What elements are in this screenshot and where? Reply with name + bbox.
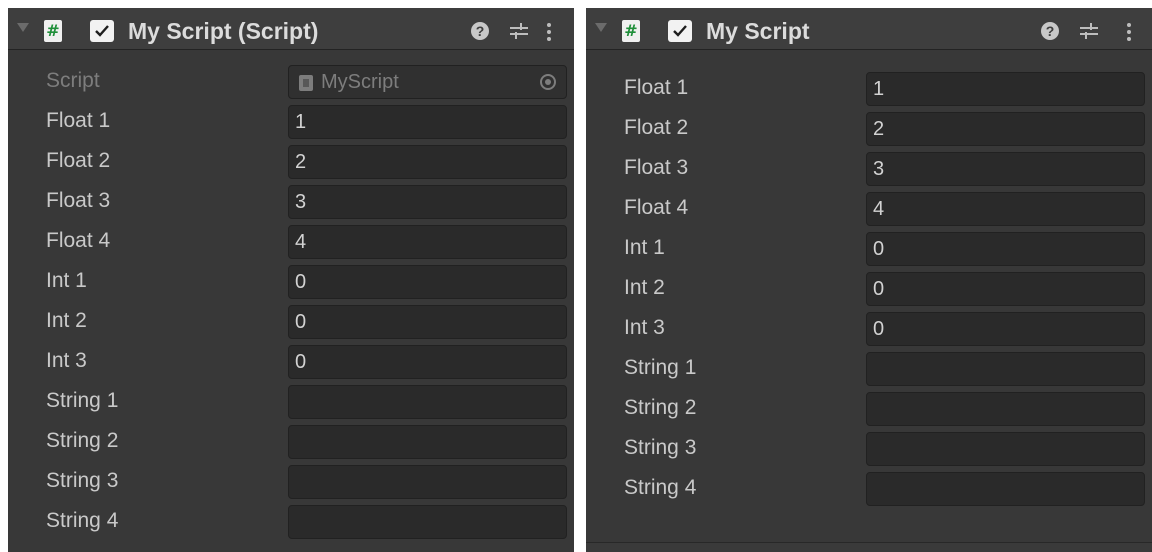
field-input[interactable]: 4 bbox=[288, 225, 567, 259]
field-label: Int 1 bbox=[46, 269, 87, 292]
field-row-int-3: Int 3 0 bbox=[8, 341, 574, 381]
field-row-string-4: String 4 bbox=[586, 468, 1152, 508]
field-input[interactable] bbox=[866, 472, 1145, 506]
script-icon-glyph: # bbox=[46, 21, 60, 40]
field-row-string-2: String 2 bbox=[586, 388, 1152, 428]
field-row-float-3: Float 3 3 bbox=[586, 148, 1152, 188]
preset-icon[interactable] bbox=[508, 22, 530, 40]
field-input[interactable] bbox=[288, 385, 567, 419]
checkmark-icon bbox=[95, 25, 109, 37]
inspector-component-panel-right: # My Script ? Float 1 1 Float 2 2 Float … bbox=[586, 8, 1152, 552]
field-input[interactable] bbox=[866, 432, 1145, 466]
script-file-icon: # bbox=[622, 20, 640, 42]
field-input[interactable]: 0 bbox=[866, 272, 1145, 306]
panel-bottom-divider bbox=[586, 542, 1152, 552]
field-input[interactable] bbox=[288, 465, 567, 499]
field-row-string-1: String 1 bbox=[586, 348, 1152, 388]
field-label: String 1 bbox=[624, 356, 697, 379]
field-input[interactable]: 0 bbox=[288, 265, 567, 299]
field-row-float-3: Float 3 3 bbox=[8, 181, 574, 221]
object-picker-icon[interactable] bbox=[540, 74, 556, 90]
field-label: Float 2 bbox=[624, 116, 689, 139]
component-title: My Script (Script) bbox=[128, 18, 319, 44]
field-label: String 2 bbox=[46, 429, 119, 452]
field-row-float-1: Float 1 1 bbox=[586, 68, 1152, 108]
field-input[interactable]: 2 bbox=[866, 112, 1145, 146]
script-label: Script bbox=[46, 69, 100, 92]
field-row-float-2: Float 2 2 bbox=[586, 108, 1152, 148]
field-label: String 4 bbox=[46, 509, 119, 532]
field-row-string-3: String 3 bbox=[586, 428, 1152, 468]
help-icon[interactable]: ? bbox=[471, 22, 489, 40]
field-label: String 3 bbox=[46, 469, 119, 492]
script-reference-row: Script MyScript bbox=[8, 61, 574, 101]
field-input[interactable] bbox=[866, 352, 1145, 386]
field-row-int-1: Int 1 0 bbox=[586, 228, 1152, 268]
field-label: String 3 bbox=[624, 436, 697, 459]
script-object-field[interactable]: MyScript bbox=[288, 65, 567, 99]
field-label: Float 2 bbox=[46, 149, 111, 172]
field-input[interactable]: 1 bbox=[288, 105, 567, 139]
enable-checkbox[interactable] bbox=[668, 20, 692, 42]
enable-checkbox[interactable] bbox=[90, 20, 114, 42]
field-label: Int 3 bbox=[624, 316, 665, 339]
field-label: Float 3 bbox=[624, 156, 689, 179]
preset-icon[interactable] bbox=[1078, 22, 1100, 40]
field-input[interactable]: 0 bbox=[288, 345, 567, 379]
field-label: Int 3 bbox=[46, 349, 87, 372]
inspector-component-panel-left: # My Script (Script) ? Script MyScript F… bbox=[8, 8, 574, 552]
field-row-int-2: Int 2 0 bbox=[8, 301, 574, 341]
field-input[interactable]: 0 bbox=[288, 305, 567, 339]
field-row-string-3: String 3 bbox=[8, 461, 574, 501]
field-input[interactable]: 3 bbox=[288, 185, 567, 219]
script-icon-glyph: # bbox=[624, 21, 638, 40]
field-input[interactable]: 4 bbox=[866, 192, 1145, 226]
field-input[interactable] bbox=[866, 392, 1145, 426]
field-label: Float 1 bbox=[624, 76, 689, 99]
field-label: Float 3 bbox=[46, 189, 111, 212]
field-label: Int 2 bbox=[46, 309, 87, 332]
field-row-int-3: Int 3 0 bbox=[586, 308, 1152, 348]
foldout-arrow-icon[interactable] bbox=[595, 23, 607, 32]
field-row-float-2: Float 2 2 bbox=[8, 141, 574, 181]
component-header[interactable]: # My Script ? bbox=[586, 8, 1152, 50]
help-icon[interactable]: ? bbox=[1041, 22, 1059, 40]
field-input[interactable]: 3 bbox=[866, 152, 1145, 186]
field-label: Int 1 bbox=[624, 236, 665, 259]
field-input[interactable]: 1 bbox=[866, 72, 1145, 106]
more-options-icon[interactable] bbox=[1126, 22, 1132, 42]
field-label: String 2 bbox=[624, 396, 697, 419]
field-label: Float 4 bbox=[624, 196, 689, 219]
field-row-float-1: Float 1 1 bbox=[8, 101, 574, 141]
field-label: Int 2 bbox=[624, 276, 665, 299]
field-input[interactable]: 2 bbox=[288, 145, 567, 179]
field-label: String 1 bbox=[46, 389, 119, 412]
field-label: Float 1 bbox=[46, 109, 111, 132]
field-label: String 4 bbox=[624, 476, 697, 499]
more-options-icon[interactable] bbox=[546, 22, 552, 42]
field-row-int-2: Int 2 0 bbox=[586, 268, 1152, 308]
field-label: Float 4 bbox=[46, 229, 111, 252]
script-file-icon: # bbox=[44, 20, 62, 42]
script-object-value: MyScript bbox=[321, 71, 399, 93]
field-input[interactable] bbox=[288, 425, 567, 459]
component-title: My Script bbox=[706, 18, 810, 44]
field-row-string-2: String 2 bbox=[8, 421, 574, 461]
field-input[interactable]: 0 bbox=[866, 232, 1145, 266]
field-input[interactable]: 0 bbox=[866, 312, 1145, 346]
script-asset-icon bbox=[299, 75, 313, 91]
foldout-arrow-icon[interactable] bbox=[17, 23, 29, 32]
field-row-int-1: Int 1 0 bbox=[8, 261, 574, 301]
field-row-float-4: Float 4 4 bbox=[8, 221, 574, 261]
checkmark-icon bbox=[673, 25, 687, 37]
field-row-string-1: String 1 bbox=[8, 381, 574, 421]
field-row-string-4: String 4 bbox=[8, 501, 574, 541]
field-input[interactable] bbox=[288, 505, 567, 539]
component-header[interactable]: # My Script (Script) ? bbox=[8, 8, 574, 50]
field-row-float-4: Float 4 4 bbox=[586, 188, 1152, 228]
